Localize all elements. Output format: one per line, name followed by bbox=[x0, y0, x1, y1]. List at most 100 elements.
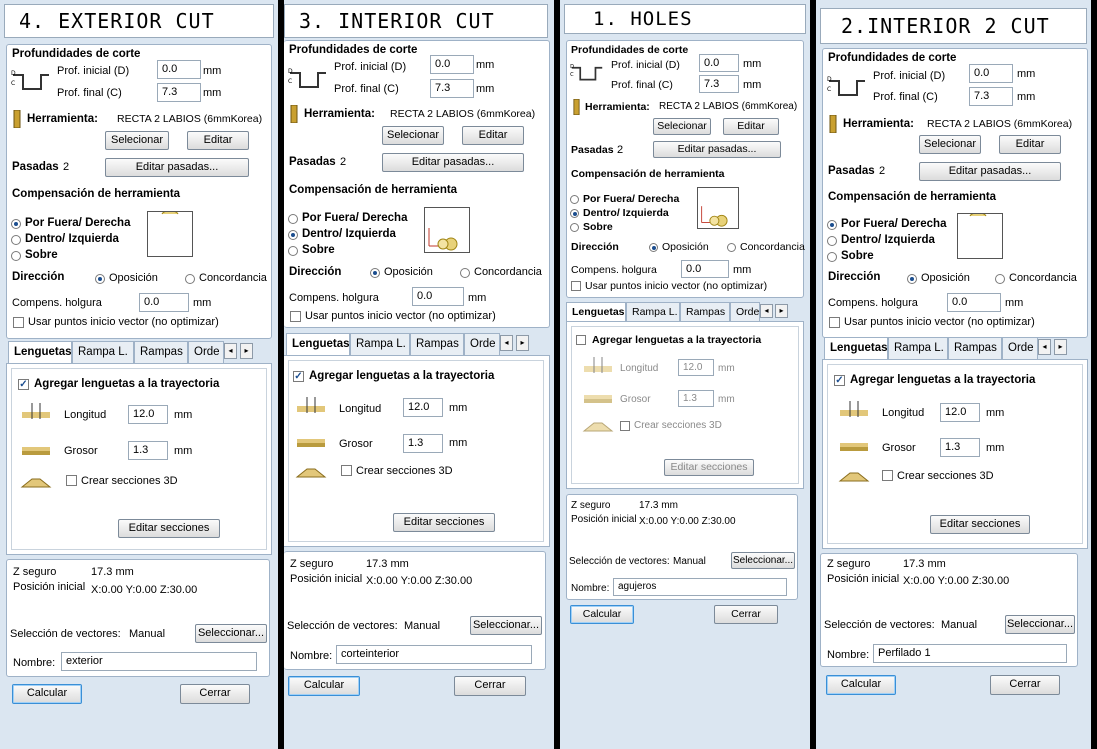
select-tool-button[interactable]: Selecionar bbox=[653, 118, 711, 135]
allowance-field[interactable]: 0.0 bbox=[139, 293, 189, 312]
name-field[interactable]: agujeros bbox=[613, 578, 787, 596]
conventional-radio[interactable] bbox=[727, 243, 736, 252]
tab-lead-in[interactable]: Rampa L. bbox=[626, 302, 680, 321]
name-field[interactable]: exterior bbox=[61, 652, 257, 671]
on-radio[interactable] bbox=[288, 246, 298, 256]
tab-lead-in[interactable]: Rampa L. bbox=[350, 333, 410, 355]
tab-tabs[interactable]: Lenguetas bbox=[566, 302, 626, 322]
tab-length-field[interactable]: 12.0 bbox=[403, 398, 443, 417]
close-button[interactable]: Cerrar bbox=[990, 675, 1060, 695]
calculate-button[interactable]: Calcular bbox=[288, 676, 360, 696]
scroll-left-icon[interactable]: ◂ bbox=[500, 335, 513, 351]
inside-radio[interactable] bbox=[288, 230, 298, 240]
on-radio[interactable] bbox=[827, 252, 837, 262]
close-button[interactable]: Cerrar bbox=[180, 684, 250, 704]
allowance-field[interactable]: 0.0 bbox=[412, 287, 464, 306]
add-tabs-checkbox[interactable]: ✓ bbox=[834, 375, 845, 386]
scroll-left-icon[interactable]: ◂ bbox=[224, 343, 237, 359]
tab-tabs[interactable]: Lenguetas bbox=[286, 333, 350, 356]
name-field[interactable]: corteinterior bbox=[336, 645, 532, 664]
add-tabs-checkbox[interactable] bbox=[576, 335, 586, 345]
climb-radio[interactable] bbox=[649, 243, 658, 252]
start-depth-field[interactable]: 0.0 bbox=[699, 54, 739, 72]
select-vectors-button[interactable]: Seleccionar... bbox=[195, 624, 267, 643]
select-vectors-button[interactable]: Seleccionar... bbox=[470, 616, 542, 635]
inside-radio[interactable] bbox=[11, 235, 21, 245]
add-tabs-checkbox[interactable]: ✓ bbox=[18, 379, 29, 390]
create-3d-checkbox[interactable] bbox=[882, 470, 893, 481]
on-radio[interactable] bbox=[570, 223, 579, 232]
climb-radio[interactable] bbox=[95, 274, 105, 284]
end-depth-field[interactable]: 7.3 bbox=[699, 75, 739, 93]
vector-start-checkbox[interactable] bbox=[571, 281, 581, 291]
tab-order[interactable]: Orde bbox=[188, 341, 224, 363]
select-tool-button[interactable]: Selecionar bbox=[105, 131, 169, 150]
conventional-radio[interactable] bbox=[185, 274, 195, 284]
scroll-right-icon[interactable]: ▸ bbox=[775, 304, 788, 318]
end-depth-field[interactable]: 7.3 bbox=[969, 87, 1013, 106]
edit-sections-button[interactable]: Editar secciones bbox=[930, 515, 1030, 534]
calculate-button[interactable]: Calcular bbox=[570, 605, 634, 624]
outside-radio[interactable] bbox=[11, 219, 21, 229]
tab-ramps[interactable]: Rampas bbox=[134, 341, 188, 363]
inside-radio[interactable] bbox=[570, 209, 579, 218]
scroll-left-icon[interactable]: ◂ bbox=[760, 304, 773, 318]
edit-tool-button[interactable]: Editar bbox=[462, 126, 524, 145]
start-depth-field[interactable]: 0.0 bbox=[969, 64, 1013, 83]
edit-tool-button[interactable]: Editar bbox=[723, 118, 779, 135]
tab-ramps[interactable]: Rampas bbox=[410, 333, 464, 355]
tab-lead-in[interactable]: Rampa L. bbox=[72, 341, 134, 363]
start-depth-field[interactable]: 0.0 bbox=[430, 55, 474, 74]
scroll-left-icon[interactable]: ◂ bbox=[1038, 339, 1051, 355]
edit-sections-button[interactable]: Editar secciones bbox=[664, 459, 754, 476]
calculate-button[interactable]: Calcular bbox=[826, 675, 896, 695]
climb-radio[interactable] bbox=[907, 274, 917, 284]
edit-passes-button[interactable]: Editar pasadas... bbox=[105, 158, 249, 177]
outside-radio[interactable] bbox=[288, 214, 298, 224]
tab-length-field[interactable]: 12.0 bbox=[128, 405, 168, 424]
tab-thickness-field[interactable]: 1.3 bbox=[678, 390, 714, 407]
close-button[interactable]: Cerrar bbox=[714, 605, 778, 624]
calculate-button[interactable]: Calcular bbox=[12, 684, 82, 704]
add-tabs-checkbox[interactable]: ✓ bbox=[293, 371, 304, 382]
scroll-right-icon[interactable]: ▸ bbox=[240, 343, 253, 359]
create-3d-checkbox[interactable] bbox=[620, 421, 630, 431]
tab-length-field[interactable]: 12.0 bbox=[940, 403, 980, 422]
select-vectors-button[interactable]: Seleccionar... bbox=[1005, 615, 1075, 634]
tab-ramps[interactable]: Rampas bbox=[680, 302, 730, 321]
tab-order[interactable]: Orde bbox=[730, 302, 760, 321]
vector-start-checkbox[interactable] bbox=[13, 317, 24, 328]
vector-start-checkbox[interactable] bbox=[290, 311, 301, 322]
tab-thickness-field[interactable]: 1.3 bbox=[403, 434, 443, 453]
create-3d-checkbox[interactable] bbox=[66, 475, 77, 486]
close-button[interactable]: Cerrar bbox=[454, 676, 526, 696]
tab-thickness-field[interactable]: 1.3 bbox=[128, 441, 168, 460]
allowance-field[interactable]: 0.0 bbox=[681, 260, 729, 278]
edit-tool-button[interactable]: Editar bbox=[187, 131, 249, 150]
tab-tabs[interactable]: Lenguetas bbox=[824, 337, 888, 360]
tab-lead-in[interactable]: Rampa L. bbox=[888, 337, 948, 359]
tab-order[interactable]: Orde bbox=[464, 333, 500, 355]
select-vectors-button[interactable]: Seleccionar... bbox=[731, 552, 795, 569]
edit-sections-button[interactable]: Editar secciones bbox=[118, 519, 220, 538]
edit-passes-button[interactable]: Editar pasadas... bbox=[653, 141, 781, 158]
edit-sections-button[interactable]: Editar secciones bbox=[393, 513, 495, 532]
edit-passes-button[interactable]: Editar pasadas... bbox=[919, 162, 1061, 181]
scroll-right-icon[interactable]: ▸ bbox=[516, 335, 529, 351]
conventional-radio[interactable] bbox=[460, 268, 470, 278]
tab-tabs[interactable]: Lenguetas bbox=[8, 341, 72, 364]
tab-order[interactable]: Orde bbox=[1002, 337, 1038, 359]
end-depth-field[interactable]: 7.3 bbox=[430, 79, 474, 98]
select-tool-button[interactable]: Selecionar bbox=[919, 135, 981, 154]
inside-radio[interactable] bbox=[827, 236, 837, 246]
allowance-field[interactable]: 0.0 bbox=[947, 293, 1001, 312]
on-radio[interactable] bbox=[11, 251, 21, 261]
outside-radio[interactable] bbox=[570, 195, 579, 204]
climb-radio[interactable] bbox=[370, 268, 380, 278]
edit-tool-button[interactable]: Editar bbox=[999, 135, 1061, 154]
start-depth-field[interactable]: 0.0 bbox=[157, 60, 201, 79]
tab-ramps[interactable]: Rampas bbox=[948, 337, 1002, 359]
outside-radio[interactable] bbox=[827, 220, 837, 230]
tab-thickness-field[interactable]: 1.3 bbox=[940, 438, 980, 457]
name-field[interactable]: Perfilado 1 bbox=[873, 644, 1067, 663]
